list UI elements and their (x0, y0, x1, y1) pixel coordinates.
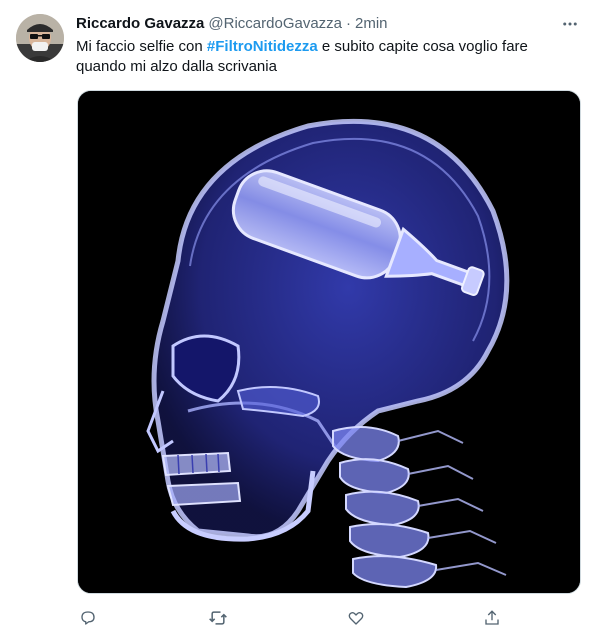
separator-dot: · (346, 15, 352, 32)
hashtag-link[interactable]: #FiltroNitidezza (207, 38, 318, 55)
more-icon[interactable] (560, 14, 580, 34)
timestamp[interactable]: 2min (355, 15, 388, 32)
tweet-text: Mi faccio selfie con #FiltroNitidezza e … (76, 37, 576, 77)
tweet-actions (76, 606, 516, 630)
retweet-button[interactable] (206, 606, 230, 630)
retweet-icon (209, 611, 227, 625)
share-button[interactable] (480, 606, 504, 630)
tweet-image[interactable] (77, 90, 581, 594)
avatar[interactable] (16, 14, 64, 62)
author-name[interactable]: Riccardo Gavazza (76, 15, 204, 32)
heart-icon (348, 611, 364, 625)
xray-skull-image (78, 91, 580, 593)
avatar-image (16, 14, 64, 62)
tweet-text-start: Mi faccio selfie con (76, 38, 207, 55)
reply-icon (81, 611, 95, 625)
author-handle[interactable]: @RiccardoGavazza (208, 15, 342, 32)
like-button[interactable] (344, 606, 368, 630)
tweet-card[interactable]: Riccardo Gavazza @RiccardoGavazza · 2min Mi… (0, 0, 596, 638)
tweet-header: Riccardo Gavazza @RiccardoGavazza · 2min (76, 14, 546, 34)
reply-button[interactable] (76, 606, 100, 630)
share-icon (485, 610, 499, 625)
more-horizontal-icon (563, 22, 577, 26)
